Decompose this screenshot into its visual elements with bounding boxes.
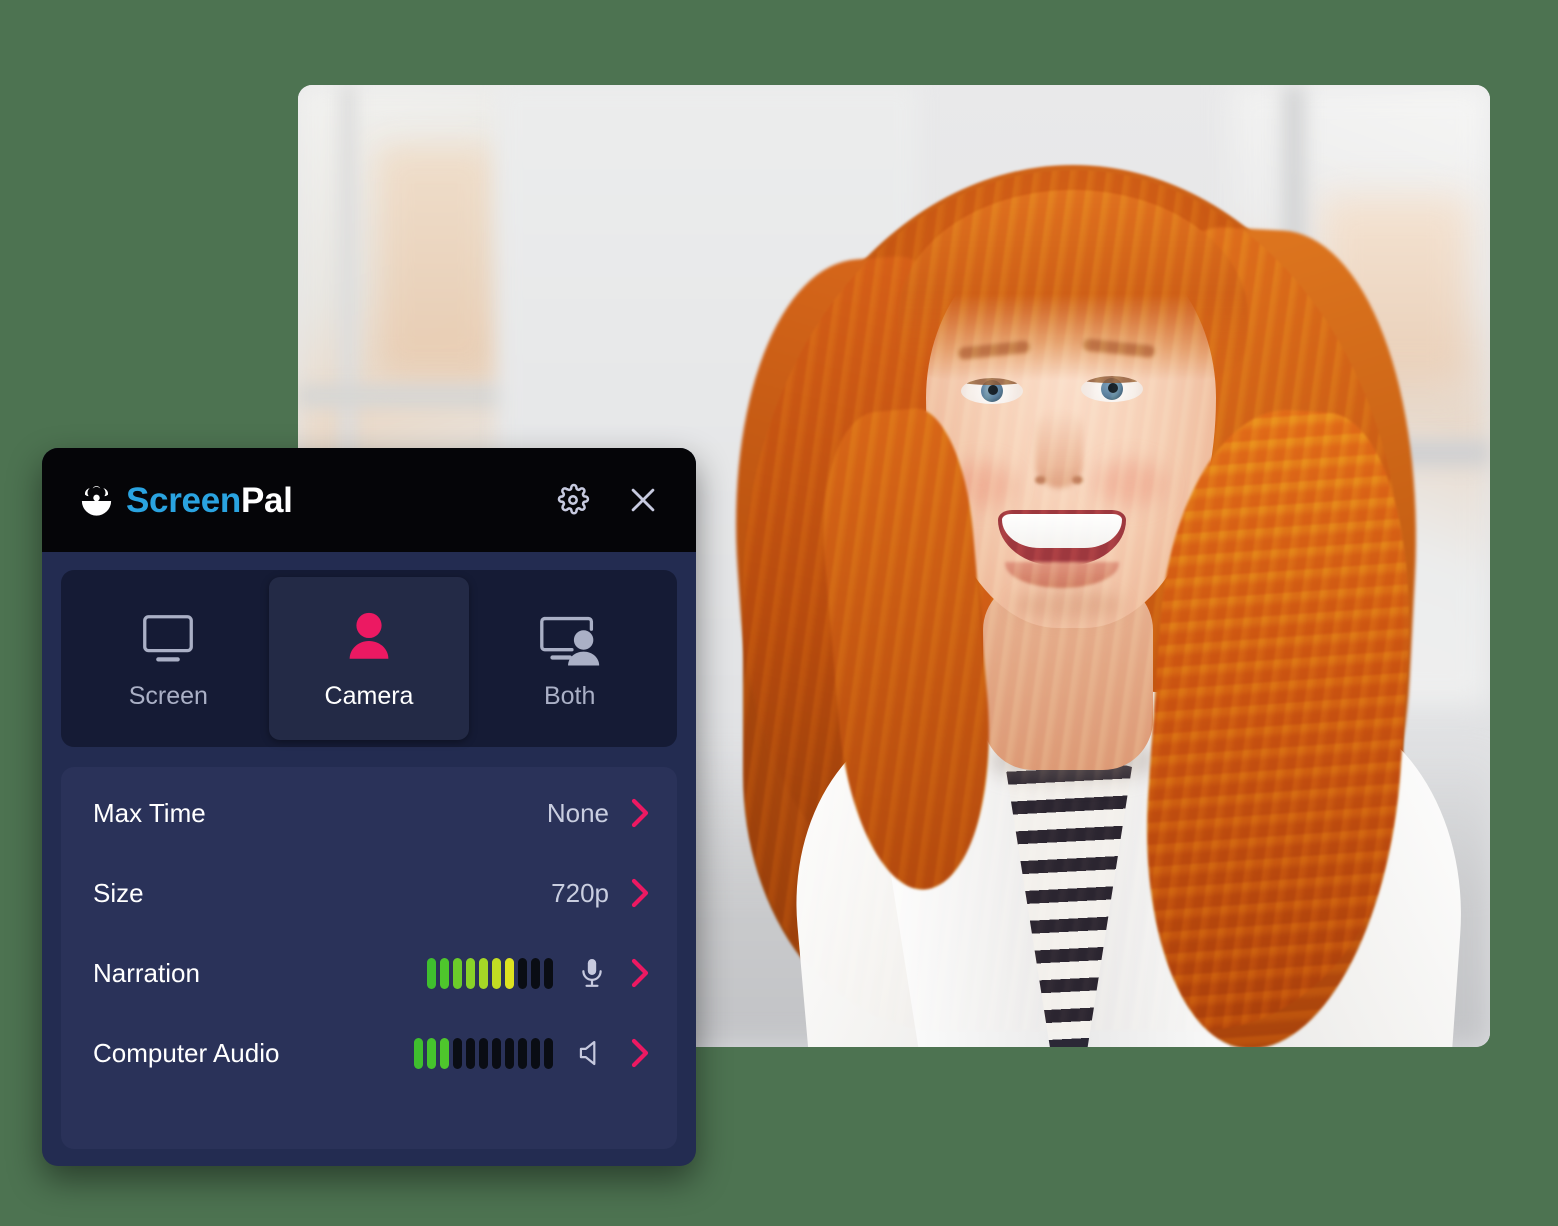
screenpal-wordmark: ScreenPal bbox=[126, 483, 293, 518]
setting-label-computer-audio: Computer Audio bbox=[93, 1037, 280, 1068]
titlebar-actions bbox=[554, 481, 662, 519]
mode-tile-both[interactable]: Both bbox=[469, 577, 670, 740]
setting-row-computer-audio[interactable]: Computer Audio bbox=[61, 1013, 677, 1093]
mode-tile-camera[interactable]: Camera bbox=[268, 577, 470, 740]
meter-bar bbox=[531, 957, 540, 989]
screenpal-logo: ScreenPal bbox=[78, 482, 293, 519]
chevron-right-icon bbox=[631, 958, 649, 988]
meter-bar bbox=[427, 1037, 436, 1069]
monitor-person-icon bbox=[535, 606, 605, 668]
meter-bar bbox=[479, 1037, 488, 1069]
setting-row-narration[interactable]: Narration bbox=[61, 933, 677, 1013]
meter-bar bbox=[453, 957, 462, 989]
mode-label-both: Both bbox=[543, 682, 596, 710]
meter-bar bbox=[531, 1037, 540, 1069]
meter-bar bbox=[414, 1037, 423, 1069]
person-figure bbox=[683, 110, 1476, 1047]
meter-bar bbox=[505, 1037, 514, 1069]
window-left-sill bbox=[298, 385, 513, 407]
chevron-right-icon bbox=[631, 1038, 649, 1068]
person-icon bbox=[338, 606, 400, 668]
hair-strands bbox=[743, 170, 1403, 1030]
narration-level-meter bbox=[427, 957, 553, 989]
mode-tile-screen[interactable]: Screen bbox=[68, 577, 269, 740]
setting-label-size: Size bbox=[93, 877, 144, 908]
close-icon bbox=[631, 488, 655, 512]
meter-bar bbox=[440, 1037, 449, 1069]
setting-value-max-time: None bbox=[546, 797, 609, 828]
setting-row-size[interactable]: Size 720p bbox=[61, 853, 677, 933]
mode-label-screen: Screen bbox=[128, 682, 208, 710]
brand-text-pal: Pal bbox=[240, 480, 293, 520]
monitor-icon bbox=[137, 606, 199, 668]
meter-bar bbox=[492, 1037, 501, 1069]
meter-bar bbox=[518, 1037, 527, 1069]
meter-bar bbox=[544, 957, 553, 989]
computer-audio-level-meter bbox=[414, 1037, 553, 1069]
meter-bar bbox=[505, 957, 514, 989]
setting-label-narration: Narration bbox=[93, 957, 200, 988]
meter-bar bbox=[492, 957, 501, 989]
setting-label-max-time: Max Time bbox=[93, 797, 206, 828]
panel-titlebar: ScreenPal bbox=[42, 448, 696, 552]
meter-bar bbox=[518, 957, 527, 989]
setting-value-size: 720p bbox=[551, 877, 609, 908]
meter-bar bbox=[427, 957, 436, 989]
chevron-right-icon bbox=[631, 878, 649, 908]
meter-bar bbox=[453, 1037, 462, 1069]
meter-bar bbox=[440, 957, 449, 989]
chevron-right-icon bbox=[631, 798, 649, 828]
meter-bar bbox=[466, 957, 475, 989]
microphone-icon[interactable] bbox=[575, 956, 609, 990]
settings-button[interactable] bbox=[554, 481, 592, 519]
brand-text-screen: Screen bbox=[126, 480, 241, 520]
gear-icon bbox=[557, 483, 590, 515]
speaker-icon[interactable] bbox=[575, 1036, 609, 1070]
screenpal-recorder-panel: ScreenPal Screen Camera Both Max Time No… bbox=[42, 448, 696, 1166]
mode-label-camera: Camera bbox=[324, 682, 414, 710]
window-left-glow bbox=[376, 145, 496, 375]
close-button[interactable] bbox=[624, 481, 662, 519]
recording-settings-list: Max Time None Size 720p Narration Comput… bbox=[61, 767, 677, 1149]
setting-row-max-time[interactable]: Max Time None bbox=[61, 773, 677, 853]
screenpal-mark-icon bbox=[81, 485, 112, 516]
capture-mode-selector: Screen Camera Both bbox=[61, 570, 677, 747]
meter-bar bbox=[544, 1037, 553, 1069]
meter-bar bbox=[466, 1037, 475, 1069]
meter-bar bbox=[479, 957, 488, 989]
panel-body: Screen Camera Both Max Time None Size 72… bbox=[42, 552, 696, 1166]
